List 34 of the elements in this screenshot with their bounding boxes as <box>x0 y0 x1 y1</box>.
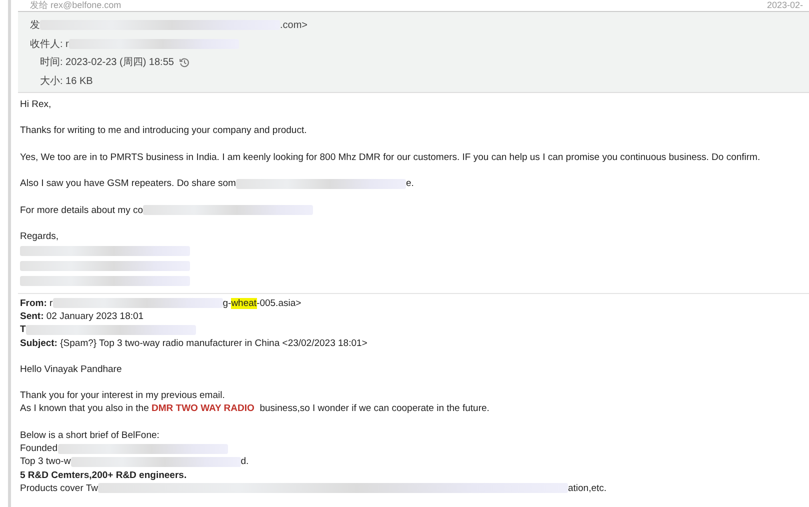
text: Below is a short brief of BelFone: <box>20 430 160 441</box>
emphasized-text: DMR TWO WAY RADIO <box>152 403 254 414</box>
text: 收件人: r <box>30 38 69 51</box>
text: Thank you for your interest in my previous email. <box>20 390 225 402</box>
text: Thanks for writing to me and introducing your company and product. <box>20 125 307 136</box>
text: Regards, <box>20 231 59 242</box>
text: T <box>20 324 26 336</box>
text: Hello Vinayak Pandhare <box>20 364 122 375</box>
highlighted-text: wheat <box>231 298 257 309</box>
text: 时间: 2023-02-23 (周四) 18:55 <box>40 56 174 70</box>
text: Founded <box>20 443 58 454</box>
text: Sent: 02 January 2023 18:01 <box>20 310 144 322</box>
history-icon[interactable] <box>178 56 190 68</box>
text: Subject: {Spam?} Top 3 two-way radio manufacturer in China <23/02/2023 18:01> <box>20 338 368 349</box>
text: -005.asia> <box>256 298 302 309</box>
text: e. <box>406 178 414 189</box>
text: business,so I wonder if we can cooperate in the future. <box>258 403 490 414</box>
text: 大小: 16 KB <box>40 74 93 88</box>
text: g- <box>222 298 232 309</box>
text: Top 3 two-w <box>20 456 71 468</box>
text: .com> <box>280 20 308 31</box>
text: Also I saw you have GSM repeaters. Do share som <box>20 178 236 189</box>
text: ation,etc. <box>568 482 607 494</box>
text: 发 <box>30 19 40 32</box>
text: Products cover Tw <box>20 482 98 494</box>
text: d. <box>240 456 249 468</box>
text: 5 R&D Cemters,200+ R&D engineers. <box>20 470 187 481</box>
text: Hi Rex, <box>20 98 52 110</box>
text: Yes, We too are in to PMRTS business in India. I am keenly looking for 800 Mhz DMR for our customers. IF you can help us I can promise you continuous business. Do confirm. <box>20 152 760 162</box>
recipient-text: 发给 rex@belfone.com <box>30 0 122 11</box>
text: From: r <box>20 298 53 309</box>
text: For more details about my co <box>20 204 144 216</box>
text: As I known that you also in the <box>20 403 150 414</box>
date-text: 2023-02- <box>766 0 803 11</box>
